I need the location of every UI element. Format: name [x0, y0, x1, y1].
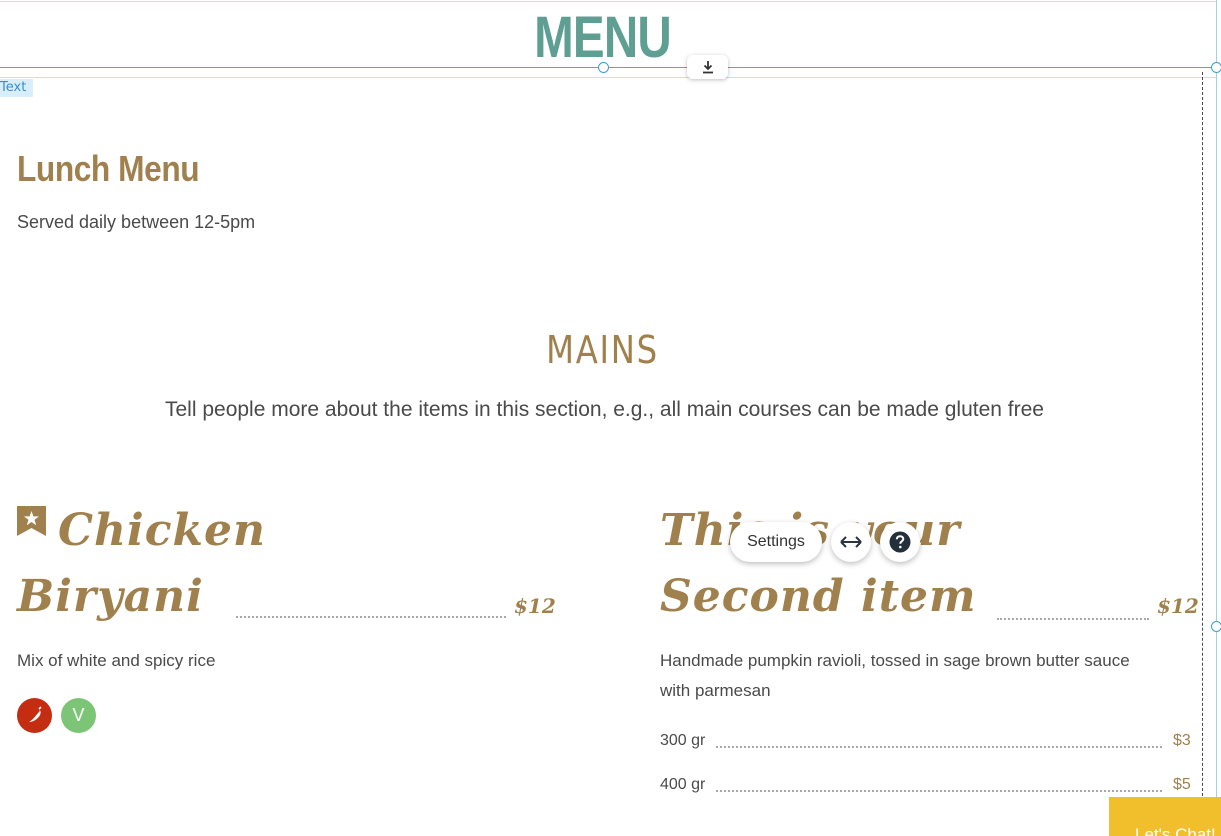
item-name-line2: Biryani: [17, 571, 204, 622]
item-description-line2: with parmesan: [660, 681, 771, 700]
item-name-line1: Chicken: [58, 505, 266, 556]
chili-pepper-icon: [28, 705, 42, 722]
vegetarian-tag: V: [61, 698, 96, 733]
price-leader-dots: [236, 616, 506, 618]
section-title: Lunch Menu: [17, 148, 200, 189]
selection-outline-top: [0, 1, 1217, 2]
text-element-tag[interactable]: Text: [0, 79, 33, 97]
price-leader-dots: [997, 618, 1149, 620]
selection-outline-right: [1216, 0, 1217, 836]
page-title: MENU: [534, 5, 672, 70]
variant-price: $3: [1173, 732, 1191, 749]
download-button[interactable]: [687, 55, 728, 79]
item-description: Mix of white and spicy rice: [17, 651, 216, 670]
item-name-line2: Second item: [660, 571, 977, 622]
item-price: $12: [1157, 594, 1199, 618]
variant-leader-dots: [716, 790, 1162, 792]
spicy-tag: [17, 698, 52, 733]
chat-button[interactable]: Let's Chat!: [1109, 797, 1221, 836]
variant-label: 400 gr: [660, 776, 706, 793]
category-title: MAINS: [546, 328, 659, 372]
variant-leader-dots: [716, 746, 1162, 748]
download-icon: [702, 61, 713, 74]
stretch-button[interactable]: [831, 522, 871, 562]
help-button[interactable]: [880, 522, 920, 562]
item-price: $12: [514, 594, 556, 618]
settings-button[interactable]: Settings: [730, 522, 822, 562]
stretch-arrows-icon: [840, 536, 862, 548]
page-boundary-guide: [1202, 72, 1203, 836]
help-icon: [889, 531, 911, 553]
variant-label: 300 gr: [660, 732, 706, 749]
section-subtitle: Served daily between 12-5pm: [17, 212, 256, 232]
resize-handle-right[interactable]: [1211, 621, 1221, 632]
variant-price: $5: [1173, 776, 1191, 793]
star-ribbon-icon: [17, 506, 46, 536]
resize-handle-corner[interactable]: [1211, 62, 1221, 73]
category-description: Tell people more about the items in this…: [165, 398, 1044, 421]
item-description-line1: Handmade pumpkin ravioli, tossed in sage…: [660, 651, 1130, 670]
selection-outline-bottom: [0, 77, 1217, 78]
